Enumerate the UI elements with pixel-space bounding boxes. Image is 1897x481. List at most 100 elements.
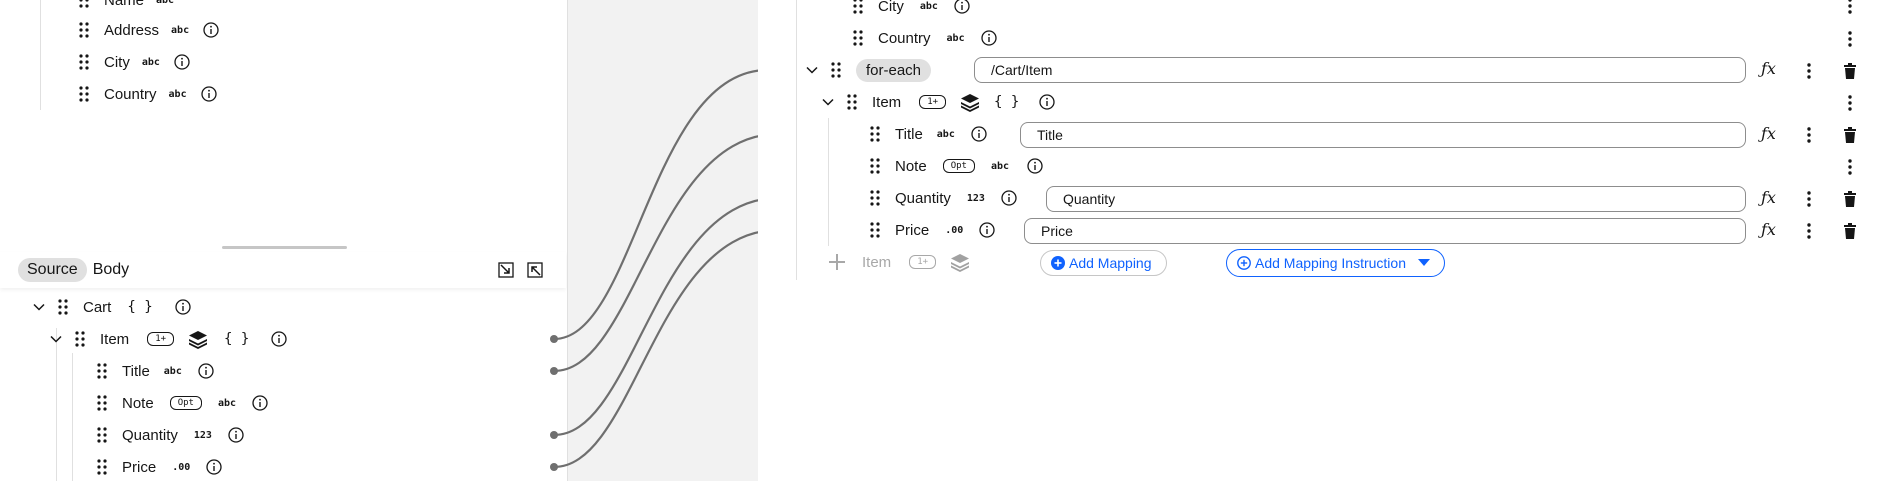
tab-body[interactable]: Body	[91, 258, 131, 282]
function-icon[interactable]: ƒx	[1761, 59, 1776, 78]
tree-node-note[interactable]: Note Opt abc	[96, 389, 268, 417]
connector-endpoint[interactable]	[550, 431, 558, 439]
function-icon[interactable]: ƒx	[1761, 188, 1776, 207]
tree-node-item[interactable]: Item 1+ { }	[820, 88, 1055, 116]
info-icon[interactable]	[271, 331, 287, 347]
caret-down-icon[interactable]	[1417, 259, 1430, 267]
overflow-menu-icon[interactable]	[1807, 127, 1811, 143]
tab-source[interactable]: Source	[18, 258, 87, 282]
trash-icon[interactable]	[1843, 223, 1857, 239]
chevron-down-icon[interactable]	[820, 94, 836, 110]
drag-handle-icon[interactable]	[846, 94, 858, 110]
node-label: Note	[895, 157, 927, 175]
info-icon[interactable]	[252, 395, 268, 411]
splitter-handle[interactable]	[222, 246, 347, 249]
tree-node-quantity[interactable]: Quantity 123	[96, 421, 244, 449]
tree-node-country[interactable]: Country abc	[78, 80, 217, 108]
collapse-icon[interactable]	[498, 262, 514, 278]
info-icon[interactable]	[1039, 94, 1055, 110]
drag-handle-icon[interactable]	[78, 22, 90, 38]
add-mapping-button[interactable]: Add Mapping	[1040, 250, 1167, 276]
function-icon[interactable]: ƒx	[1761, 220, 1776, 239]
info-icon[interactable]	[971, 126, 987, 142]
drag-handle-icon[interactable]	[869, 126, 881, 142]
stack-icon[interactable]	[960, 92, 980, 112]
connector-quantity[interactable]	[553, 196, 779, 437]
tree-node-city[interactable]: City abc	[852, 0, 970, 20]
overflow-menu-icon[interactable]	[1807, 63, 1811, 79]
info-icon[interactable]	[175, 299, 191, 315]
connector-endpoint[interactable]	[550, 335, 558, 343]
tree-guide-line	[72, 353, 73, 481]
drag-handle-icon[interactable]	[869, 222, 881, 238]
chevron-down-icon[interactable]	[31, 299, 47, 315]
trash-icon[interactable]	[1843, 191, 1857, 207]
info-icon[interactable]	[954, 0, 970, 14]
add-mapping-instruction-button[interactable]: Add Mapping Instruction	[1226, 249, 1445, 277]
drag-handle-icon[interactable]	[852, 0, 864, 14]
drag-handle-icon[interactable]	[96, 459, 108, 475]
info-icon[interactable]	[1001, 190, 1017, 206]
tree-node-country[interactable]: Country abc	[852, 24, 997, 52]
drag-handle-icon[interactable]	[869, 190, 881, 206]
info-icon[interactable]	[1027, 158, 1043, 174]
info-icon[interactable]	[198, 363, 214, 379]
tree-node-quantity[interactable]: Quantity 123	[869, 184, 1017, 212]
mapping-expression-input[interactable]: Title	[1020, 122, 1746, 148]
tree-node-name[interactable]: Name abc	[78, 0, 188, 14]
drag-handle-icon[interactable]	[852, 30, 864, 46]
mapping-expression-input[interactable]: Price	[1024, 218, 1746, 244]
connector-endpoint[interactable]	[550, 463, 558, 471]
plus-icon[interactable]	[828, 253, 846, 271]
connector-endpoint[interactable]	[550, 367, 558, 375]
drag-handle-icon[interactable]	[78, 0, 90, 8]
overflow-menu-icon[interactable]	[1807, 191, 1811, 207]
overflow-menu-icon[interactable]	[1807, 223, 1811, 239]
trash-icon[interactable]	[1843, 63, 1857, 79]
tree-node-item[interactable]: Item 1+ { }	[48, 325, 287, 353]
info-icon[interactable]	[174, 54, 190, 70]
info-icon[interactable]	[981, 30, 997, 46]
drag-handle-icon[interactable]	[78, 86, 90, 102]
chevron-down-icon[interactable]	[48, 331, 64, 347]
connector-item-foreach[interactable]	[553, 68, 769, 341]
info-icon[interactable]	[228, 427, 244, 443]
info-icon[interactable]	[979, 222, 995, 238]
stack-icon[interactable]	[950, 252, 970, 272]
info-icon[interactable]	[203, 22, 219, 38]
drag-handle-icon[interactable]	[96, 363, 108, 379]
drag-handle-icon[interactable]	[96, 395, 108, 411]
drag-handle-icon[interactable]	[96, 427, 108, 443]
chevron-down-icon[interactable]	[804, 62, 820, 78]
overflow-menu-icon[interactable]	[1848, 31, 1852, 47]
tree-node-title[interactable]: Title abc	[869, 120, 987, 148]
overflow-menu-icon[interactable]	[1848, 95, 1852, 111]
tree-node-address[interactable]: Address abc	[78, 16, 219, 44]
connector-title[interactable]	[553, 132, 779, 373]
tree-node-title[interactable]: Title abc	[96, 357, 214, 385]
tree-node-note[interactable]: Note Opt abc	[869, 152, 1043, 180]
tree-guide-line	[40, 0, 41, 110]
drag-handle-icon[interactable]	[830, 62, 842, 78]
drag-handle-icon[interactable]	[78, 54, 90, 70]
foreach-expression-input[interactable]: /Cart/Item	[974, 57, 1746, 83]
tree-node-city[interactable]: City abc	[78, 48, 190, 76]
tree-node-price[interactable]: Price .00	[869, 216, 995, 244]
drag-handle-icon[interactable]	[74, 331, 86, 347]
info-icon[interactable]	[206, 459, 222, 475]
foreach-instruction[interactable]: for-each	[804, 56, 955, 84]
tree-node-cart[interactable]: Cart { }	[31, 293, 191, 321]
tree-node-price[interactable]: Price .00	[96, 453, 222, 481]
drag-handle-icon[interactable]	[869, 158, 881, 174]
mapping-expression-input[interactable]: Quantity	[1046, 186, 1746, 212]
connector-price[interactable]	[553, 228, 779, 469]
overflow-menu-icon[interactable]	[1848, 0, 1852, 14]
add-node-row[interactable]: Item 1+	[828, 248, 970, 276]
trash-icon[interactable]	[1843, 127, 1857, 143]
info-icon[interactable]	[201, 86, 217, 102]
overflow-menu-icon[interactable]	[1848, 159, 1852, 175]
stack-icon[interactable]	[188, 329, 208, 349]
type-string-icon: abc	[217, 397, 237, 409]
drag-handle-icon[interactable]	[57, 299, 69, 315]
function-icon[interactable]: ƒx	[1761, 124, 1776, 143]
